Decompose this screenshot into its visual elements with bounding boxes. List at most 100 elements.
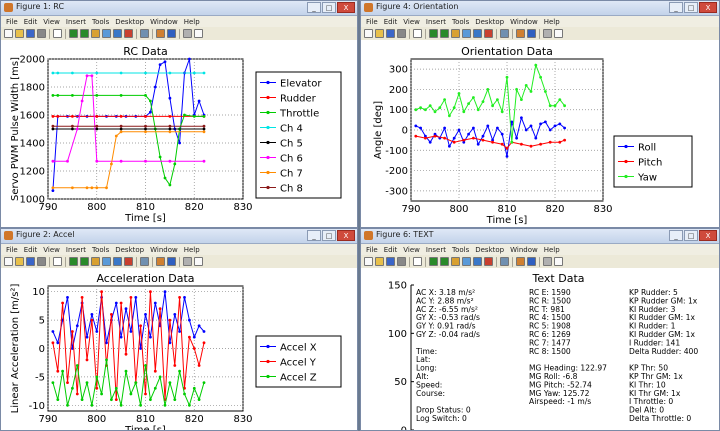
- pan-icon[interactable]: [451, 257, 460, 266]
- open-file-icon[interactable]: [15, 257, 24, 266]
- legend-icon[interactable]: [527, 257, 536, 266]
- colorbar-icon[interactable]: [156, 257, 165, 266]
- print-icon[interactable]: [37, 29, 46, 38]
- data-cursor-icon[interactable]: [473, 29, 482, 38]
- link-icon[interactable]: [140, 257, 149, 266]
- zoom-in-icon[interactable]: [429, 29, 438, 38]
- close-button[interactable]: X: [699, 230, 717, 241]
- hide-plot-tools-icon[interactable]: [543, 29, 552, 38]
- link-icon[interactable]: [500, 257, 509, 266]
- rotate-icon[interactable]: [462, 257, 471, 266]
- pan-icon[interactable]: [451, 29, 460, 38]
- data-cursor-icon[interactable]: [113, 257, 122, 266]
- maximize-button[interactable]: □: [684, 2, 698, 13]
- print-icon[interactable]: [397, 257, 406, 266]
- menu-file[interactable]: File: [3, 244, 21, 255]
- menu-file[interactable]: File: [3, 16, 21, 27]
- menu-window[interactable]: Window: [507, 16, 541, 27]
- legend-icon[interactable]: [167, 29, 176, 38]
- minimize-button[interactable]: _: [307, 2, 321, 13]
- rotate-icon[interactable]: [462, 29, 471, 38]
- menu-view[interactable]: View: [40, 16, 63, 27]
- rc-title-bar[interactable]: Figure 1: RC _ □ X: [1, 1, 357, 16]
- save-icon[interactable]: [386, 29, 395, 38]
- pointer-icon[interactable]: [53, 257, 62, 266]
- data-cursor-icon[interactable]: [113, 29, 122, 38]
- zoom-in-icon[interactable]: [69, 29, 78, 38]
- menu-insert[interactable]: Insert: [63, 16, 89, 27]
- show-plot-tools-icon[interactable]: [554, 29, 563, 38]
- menu-insert[interactable]: Insert: [63, 244, 89, 255]
- data-cursor-icon[interactable]: [473, 257, 482, 266]
- minimize-button[interactable]: _: [307, 230, 321, 241]
- link-icon[interactable]: [140, 29, 149, 38]
- close-button[interactable]: X: [337, 2, 355, 13]
- pointer-icon[interactable]: [413, 29, 422, 38]
- pointer-icon[interactable]: [413, 257, 422, 266]
- save-icon[interactable]: [386, 257, 395, 266]
- maximize-button[interactable]: □: [322, 2, 336, 13]
- show-plot-tools-icon[interactable]: [194, 257, 203, 266]
- zoom-out-icon[interactable]: [80, 29, 89, 38]
- menu-tools[interactable]: Tools: [449, 244, 472, 255]
- orientation-title-bar[interactable]: Figure 4: Orientation _ □ X: [361, 1, 719, 16]
- brush-icon[interactable]: [124, 29, 133, 38]
- show-plot-tools-icon[interactable]: [194, 29, 203, 38]
- menu-edit[interactable]: Edit: [381, 16, 401, 27]
- new-figure-icon[interactable]: [364, 257, 373, 266]
- save-icon[interactable]: [26, 29, 35, 38]
- menu-insert[interactable]: Insert: [423, 244, 449, 255]
- legend-icon[interactable]: [527, 29, 536, 38]
- save-icon[interactable]: [26, 257, 35, 266]
- maximize-button[interactable]: □: [322, 230, 336, 241]
- minimize-button[interactable]: _: [669, 230, 683, 241]
- rotate-icon[interactable]: [102, 257, 111, 266]
- menu-edit[interactable]: Edit: [381, 244, 401, 255]
- minimize-button[interactable]: _: [669, 2, 683, 13]
- hide-plot-tools-icon[interactable]: [183, 257, 192, 266]
- menu-view[interactable]: View: [400, 16, 423, 27]
- maximize-button[interactable]: □: [684, 230, 698, 241]
- menu-help[interactable]: Help: [541, 16, 563, 27]
- text-title-bar[interactable]: Figure 6: TEXT _ □ X: [361, 229, 719, 244]
- accel-title-bar[interactable]: Figure 2: Accel _ □ X: [1, 229, 357, 244]
- brush-icon[interactable]: [484, 257, 493, 266]
- pan-icon[interactable]: [91, 29, 100, 38]
- menu-help[interactable]: Help: [181, 244, 203, 255]
- menu-help[interactable]: Help: [541, 244, 563, 255]
- colorbar-icon[interactable]: [516, 257, 525, 266]
- menu-desktop[interactable]: Desktop: [472, 16, 507, 27]
- open-file-icon[interactable]: [15, 29, 24, 38]
- close-button[interactable]: X: [699, 2, 717, 13]
- menu-edit[interactable]: Edit: [21, 16, 41, 27]
- menu-help[interactable]: Help: [181, 16, 203, 27]
- menu-window[interactable]: Window: [507, 244, 541, 255]
- zoom-in-icon[interactable]: [69, 257, 78, 266]
- menu-tools[interactable]: Tools: [89, 244, 112, 255]
- colorbar-icon[interactable]: [156, 29, 165, 38]
- menu-file[interactable]: File: [363, 244, 381, 255]
- menu-insert[interactable]: Insert: [423, 16, 449, 27]
- menu-tools[interactable]: Tools: [449, 16, 472, 27]
- legend-icon[interactable]: [167, 257, 176, 266]
- print-icon[interactable]: [397, 29, 406, 38]
- show-plot-tools-icon[interactable]: [554, 257, 563, 266]
- menu-view[interactable]: View: [40, 244, 63, 255]
- pointer-icon[interactable]: [53, 29, 62, 38]
- menu-desktop[interactable]: Desktop: [472, 244, 507, 255]
- new-figure-icon[interactable]: [364, 29, 373, 38]
- menu-file[interactable]: File: [363, 16, 381, 27]
- print-icon[interactable]: [37, 257, 46, 266]
- colorbar-icon[interactable]: [516, 29, 525, 38]
- rotate-icon[interactable]: [102, 29, 111, 38]
- zoom-out-icon[interactable]: [80, 257, 89, 266]
- new-figure-icon[interactable]: [4, 29, 13, 38]
- menu-window[interactable]: Window: [147, 16, 181, 27]
- pan-icon[interactable]: [91, 257, 100, 266]
- close-button[interactable]: X: [337, 230, 355, 241]
- hide-plot-tools-icon[interactable]: [543, 257, 552, 266]
- zoom-out-icon[interactable]: [440, 29, 449, 38]
- menu-window[interactable]: Window: [147, 244, 181, 255]
- new-figure-icon[interactable]: [4, 257, 13, 266]
- menu-desktop[interactable]: Desktop: [112, 16, 147, 27]
